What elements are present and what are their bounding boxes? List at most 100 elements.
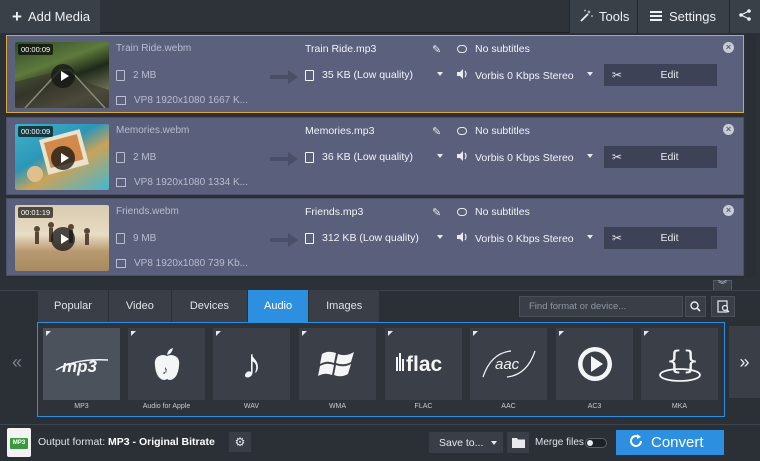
tab-video[interactable]: Video <box>108 290 172 322</box>
add-media-button[interactable]: + Add Media <box>0 0 100 33</box>
chevron-down-icon[interactable] <box>587 72 593 76</box>
output-size[interactable]: 312 KB (Low quality) <box>305 232 419 244</box>
merge-files-toggle[interactable] <box>585 438 607 448</box>
search-icon <box>690 301 701 312</box>
convert-button[interactable]: Convert <box>616 430 724 455</box>
play-icon[interactable] <box>51 146 75 170</box>
open-folder-button[interactable] <box>507 432 529 453</box>
duration-badge: 00:00:09 <box>18 126 54 137</box>
output-size-label: 36 KB (Low quality) <box>322 151 414 163</box>
source-filename: Friends.webm <box>116 206 179 217</box>
audio-select[interactable]: Vorbis 0 Kbps Stereo <box>457 151 574 164</box>
file-icon <box>305 232 314 244</box>
subtitles-select[interactable]: No subtitles <box>457 43 530 55</box>
source-size: 9 MB <box>116 233 156 244</box>
format-search-input[interactable]: Find format or device... <box>519 296 683 317</box>
audio-select[interactable]: Vorbis 0 Kbps Stereo <box>457 232 574 245</box>
format-apple[interactable]: ♪ <box>128 328 205 400</box>
output-size-label: 35 KB (Low quality) <box>322 69 414 81</box>
subtitles-select[interactable]: No subtitles <box>457 206 530 218</box>
video-thumbnail[interactable]: 00:00:09 <box>15 124 109 190</box>
file-icon <box>305 151 314 163</box>
file-list-scrollbar[interactable] <box>746 34 756 278</box>
format-wav[interactable]: ♪ <box>213 328 290 400</box>
save-to-label: Save to... <box>439 436 484 449</box>
video-thumbnail[interactable]: 00:01:19 <box>15 205 109 271</box>
svg-text:mp3: mp3 <box>62 357 98 376</box>
file-item-friends[interactable]: 00:01:19 Friends.webm 9 MB VP8 1920x1080… <box>6 198 744 276</box>
tools-button[interactable]: Tools <box>569 0 637 33</box>
file-item-train-ride[interactable]: 00:00:09 Train Ride.webm 2 MB VP8 1920x1… <box>6 35 744 113</box>
chevron-down-icon <box>491 441 497 445</box>
output-filename[interactable]: Memories.mp3 <box>305 125 374 137</box>
format-ac3[interactable] <box>556 328 633 400</box>
file-list: 00:00:09 Train Ride.webm 2 MB VP8 1920x1… <box>6 34 744 278</box>
video-thumbnail[interactable]: 00:00:09 <box>15 42 109 108</box>
source-info-label: VP8 1920x1080 1334 K... <box>134 177 248 188</box>
output-size[interactable]: 35 KB (Low quality) <box>305 69 413 81</box>
tab-popular[interactable]: Popular <box>38 290 109 322</box>
chevron-down-icon[interactable] <box>437 235 443 239</box>
format-aac[interactable]: aac <box>470 328 547 400</box>
audio-select[interactable]: Vorbis 0 Kbps Stereo <box>457 69 574 82</box>
edit-button[interactable]: ✂ Edit <box>604 146 717 168</box>
speech-bubble-icon <box>457 208 467 216</box>
chevron-down-icon[interactable] <box>587 235 593 239</box>
pencil-icon[interactable]: ✎ <box>432 43 441 56</box>
source-size: 2 MB <box>116 70 156 81</box>
share-button[interactable] <box>729 0 760 33</box>
remove-file-close-icon[interactable]: × <box>723 124 734 135</box>
remove-file-close-icon[interactable]: × <box>723 42 734 53</box>
file-item-memories[interactable]: 00:00:09 Memories.webm 2 MB VP8 1920x108… <box>6 117 744 195</box>
subtitles-label: No subtitles <box>475 43 530 55</box>
mp3-badge: MP3 <box>10 438 28 449</box>
settings-button[interactable]: Settings <box>637 0 729 33</box>
play-circle-icon <box>556 328 633 400</box>
tab-devices[interactable]: Devices <box>171 290 248 322</box>
format-mp3[interactable]: mp3 <box>43 328 120 400</box>
format-settings-gear-icon[interactable]: ⚙ <box>229 432 251 452</box>
source-info: VP8 1920x1080 739 Kb... <box>116 258 248 269</box>
tab-audio[interactable]: Audio <box>247 290 310 322</box>
source-size-label: 9 MB <box>133 233 157 244</box>
pencil-icon[interactable]: ✎ <box>432 206 441 219</box>
edit-button[interactable]: ✂ Edit <box>604 227 717 249</box>
format-scroll-right-button[interactable]: » <box>729 326 760 398</box>
edit-label: Edit <box>660 151 679 163</box>
format-label: MKA <box>671 403 688 410</box>
output-filename[interactable]: Train Ride.mp3 <box>305 43 376 55</box>
video-icon <box>116 96 126 105</box>
search-button[interactable] <box>685 296 706 317</box>
video-icon <box>116 178 126 187</box>
subtitles-select[interactable]: No subtitles <box>457 125 530 137</box>
audio-label: Vorbis 0 Kbps Stereo <box>475 232 574 245</box>
format-flac[interactable]: flac <box>385 328 462 400</box>
format-wma[interactable] <box>299 328 376 400</box>
chevron-down-icon[interactable] <box>437 72 443 76</box>
format-scroll-left-button[interactable]: « <box>4 326 30 398</box>
subtitles-label: No subtitles <box>475 206 530 218</box>
detect-device-button[interactable] <box>711 296 735 317</box>
tab-images[interactable]: Images <box>309 290 381 322</box>
save-to-dropdown[interactable]: Save to... <box>429 432 503 453</box>
audio-label: Vorbis 0 Kbps Stereo <box>475 151 574 164</box>
svg-text:♪: ♪ <box>162 363 168 377</box>
scissors-icon: ✂ <box>611 150 623 164</box>
play-icon[interactable] <box>51 227 75 251</box>
play-icon[interactable] <box>51 64 75 88</box>
pencil-icon[interactable]: ✎ <box>432 125 441 138</box>
output-filename[interactable]: Friends.mp3 <box>305 206 363 218</box>
duration-badge: 00:01:19 <box>18 207 54 218</box>
output-format: Output format: MP3 - Original Bitrate <box>38 436 215 448</box>
duration-badge: 00:00:09 <box>18 44 54 55</box>
format-mka[interactable]: {} <box>641 328 718 400</box>
format-grid: mp3 MP3 ♪ Audio for Apple ♪ WAV WMA flac… <box>37 322 725 417</box>
output-format-label: Output format: <box>38 436 106 448</box>
edit-button[interactable]: ✂ Edit <box>604 64 717 86</box>
output-size[interactable]: 36 KB (Low quality) <box>305 151 413 163</box>
format-label: Audio for Apple <box>142 403 191 410</box>
remove-file-close-icon[interactable]: × <box>723 205 734 216</box>
file-icon <box>116 152 125 163</box>
chevron-down-icon[interactable] <box>437 154 443 158</box>
chevron-down-icon[interactable] <box>587 154 593 158</box>
